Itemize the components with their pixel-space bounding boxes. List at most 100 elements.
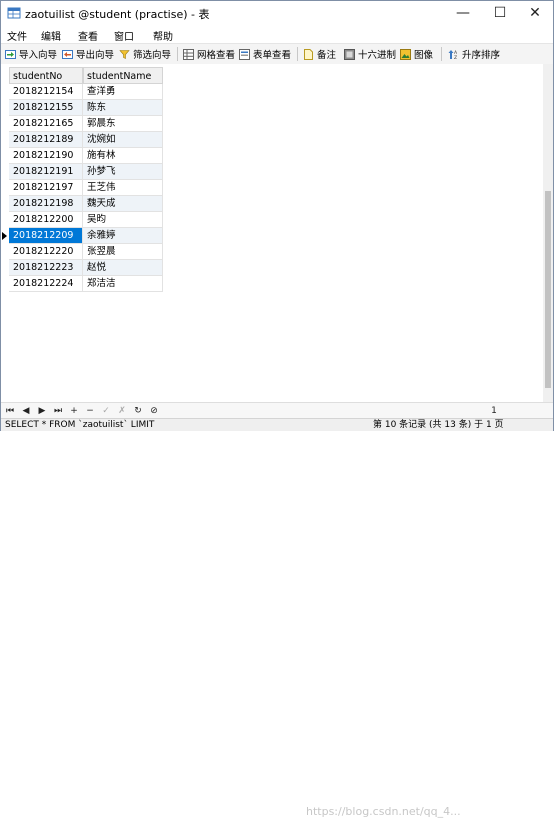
cell-studentname[interactable]: 查洋勇 [83, 84, 163, 100]
grid-view-label: 网格查看 [197, 50, 236, 61]
image-button[interactable]: 图像 [400, 47, 433, 61]
import-wizard-label: 导入向导 [19, 50, 58, 61]
next-record-button[interactable]: ▶ [37, 405, 47, 417]
data-grid: studentNo studentName 2018212154 查洋勇 20182… [1, 64, 543, 402]
grid-view-icon [183, 48, 194, 60]
vertical-scrollbar[interactable] [543, 64, 553, 402]
table-row[interactable]: 2018212189 沈婉如 [1, 132, 171, 148]
cell-studentname[interactable]: 沈婉如 [83, 132, 163, 148]
import-icon [5, 49, 16, 59]
cell-studentno[interactable]: 2018212223 [9, 260, 83, 276]
import-wizard-button[interactable]: 导入向导 [5, 47, 57, 61]
sql-query-text: SELECT * FROM `zaotuilist` LIMIT [5, 420, 155, 430]
record-navigation-bar: ⏮ ◀ ▶ ⏭ + − ✓ ✗ ↻ ⊘ https://blog.csdn.ne… [1, 402, 553, 818]
current-row-indicator-icon [2, 232, 7, 240]
refresh-button[interactable]: ↻ [133, 405, 143, 417]
cell-studentname[interactable]: 郭晨东 [83, 116, 163, 132]
cell-studentno[interactable]: 2018212198 [9, 196, 83, 212]
image-icon [400, 48, 411, 60]
table-row[interactable]: 2018212155 陈东 [1, 100, 171, 116]
cell-studentno[interactable]: 2018212220 [9, 244, 83, 260]
cell-studentno[interactable]: 2018212191 [9, 164, 83, 180]
table-row[interactable]: 2018212190 施有林 [1, 148, 171, 164]
form-view-label: 表单查看 [253, 50, 292, 61]
sort-ascending-label: 升序排序 [462, 50, 501, 61]
table-row[interactable]: 2018212165 郭晨东 [1, 116, 171, 132]
hex-button[interactable]: 十六进制 [344, 47, 396, 61]
apply-changes-button[interactable]: ✓ [101, 405, 111, 417]
table-row[interactable]: 2018212191 孙梦飞 [1, 164, 171, 180]
close-button[interactable]: ✕ [517, 1, 553, 25]
filter-wizard-label: 筛选向导 [133, 50, 172, 61]
table-row[interactable]: 2018212154 查洋勇 [1, 84, 171, 100]
cell-studentno[interactable]: 2018212165 [9, 116, 83, 132]
cell-studentname[interactable]: 赵悦 [83, 260, 163, 276]
status-bar: SELECT * FROM `zaotuilist` LIMIT 第 10 条记… [1, 418, 553, 431]
cell-studentname[interactable]: 魏天成 [83, 196, 163, 212]
sort-ascending-icon: AZ [448, 49, 458, 60]
memo-button[interactable]: 备注 [303, 47, 336, 61]
cell-studentno[interactable]: 2018212190 [9, 148, 83, 164]
cell-studentname[interactable]: 王芝伟 [83, 180, 163, 196]
toolbar-separator [297, 47, 298, 61]
toolbar-separator [177, 47, 178, 61]
table-app-icon [7, 7, 21, 19]
export-icon [62, 49, 73, 59]
table-window: zaotuilist @student (practise) - 表 — ☐ ✕… [0, 0, 554, 818]
sort-ascending-button[interactable]: AZ 升序排序 [448, 47, 500, 61]
cell-studentno[interactable]: 2018212224 [9, 276, 83, 292]
menu-edit[interactable]: 编辑 [41, 28, 61, 43]
filter-icon [119, 49, 130, 59]
column-header-studentname[interactable]: studentName [83, 67, 163, 84]
cell-studentname[interactable]: 陈东 [83, 100, 163, 116]
cell-studentno[interactable]: 2018212209 [9, 228, 83, 244]
menu-bar: 文件 编辑 查看 窗口 帮助 [1, 25, 553, 43]
cell-studentname[interactable]: 吴昀 [83, 212, 163, 228]
table-row[interactable]: 2018212200 吴昀 [1, 212, 171, 228]
add-record-button[interactable]: + [69, 405, 79, 417]
menu-window[interactable]: 窗口 [114, 28, 134, 43]
table-row[interactable]: 2018212223 赵悦 [1, 260, 171, 276]
cell-studentno[interactable]: 2018212197 [9, 180, 83, 196]
delete-record-button[interactable]: − [85, 405, 95, 417]
table-row[interactable]: 2018212220 张翌晨 [1, 244, 171, 260]
menu-help[interactable]: 帮助 [153, 28, 173, 43]
page-number: 1 [491, 406, 497, 416]
minimize-button[interactable]: — [445, 1, 481, 25]
watermark: https://blog.csdn.net/qq_4... [306, 805, 461, 818]
previous-record-button[interactable]: ◀ [21, 405, 31, 417]
window-title: zaotuilist @student (practise) - 表 [25, 8, 210, 21]
title-bar: zaotuilist @student (practise) - 表 — ☐ ✕ [1, 1, 553, 25]
grid-view-button[interactable]: 网格查看 [183, 47, 235, 61]
menu-view[interactable]: 查看 [78, 28, 98, 43]
cell-studentname[interactable]: 施有林 [83, 148, 163, 164]
filter-wizard-button[interactable]: 筛选向导 [119, 47, 171, 61]
table-row[interactable]: 2018212209 余雅婷 [1, 228, 171, 244]
table-row[interactable]: 2018212224 郑洁洁 [1, 276, 171, 292]
cell-studentno[interactable]: 2018212154 [9, 84, 83, 100]
cell-studentno[interactable]: 2018212189 [9, 132, 83, 148]
cell-studentname[interactable]: 郑洁洁 [83, 276, 163, 292]
last-record-button[interactable]: ⏭ [53, 405, 63, 417]
cell-studentname[interactable]: 孙梦飞 [83, 164, 163, 180]
discard-changes-button[interactable]: ✗ [117, 405, 127, 417]
form-view-button[interactable]: 表单查看 [239, 47, 291, 61]
stop-button[interactable]: ⊘ [149, 405, 159, 417]
cell-studentname[interactable]: 张翌晨 [83, 244, 163, 260]
menu-file[interactable]: 文件 [7, 28, 27, 43]
cell-studentno[interactable]: 2018212155 [9, 100, 83, 116]
image-label: 图像 [414, 50, 434, 61]
export-wizard-button[interactable]: 导出向导 [62, 47, 114, 61]
column-header-studentno[interactable]: studentNo [9, 67, 83, 84]
hex-label: 十六进制 [358, 50, 397, 61]
cell-studentno[interactable]: 2018212200 [9, 212, 83, 228]
table-row[interactable]: 2018212198 魏天成 [1, 196, 171, 212]
cell-studentname[interactable]: 余雅婷 [83, 228, 163, 244]
toolbar: 导入向导 导出向导 筛选向导 网格查看 表单查看 备注 十六进制 图像 A Z … [1, 43, 553, 65]
first-record-button[interactable]: ⏮ [5, 405, 15, 417]
table-row[interactable]: 2018212197 王芝伟 [1, 180, 171, 196]
maximize-button[interactable]: ☐ [482, 1, 518, 25]
scrollbar-thumb[interactable] [545, 191, 551, 388]
svg-text:Z: Z [454, 55, 457, 60]
record-count-text: 第 10 条记录 (共 13 条) 于 1 页 [373, 420, 504, 430]
